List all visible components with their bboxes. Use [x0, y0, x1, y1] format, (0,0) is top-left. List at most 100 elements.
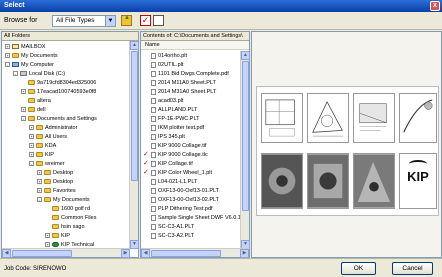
file-checkbox[interactable] — [143, 89, 149, 95]
file-list-item[interactable]: Sample Single Sheet DWF V6.0.1 — [143, 214, 241, 222]
expand-icon[interactable]: + — [45, 242, 50, 248]
file-list-item[interactable]: 014ortho.plt — [143, 52, 187, 60]
tree-vertical-scrollbar[interactable]: ▲ ▼ — [129, 41, 139, 249]
file-checkbox[interactable] — [143, 80, 149, 86]
file-checkbox[interactable] — [143, 134, 149, 140]
folder-tree-item[interactable]: +17eacad100740593e0f8 — [21, 88, 96, 96]
folder-tree-item[interactable]: hsin sago — [45, 223, 85, 231]
scroll-thumb[interactable] — [131, 51, 138, 181]
expand-icon[interactable]: + — [21, 107, 26, 113]
file-checkbox[interactable] — [143, 125, 149, 131]
tree-horizontal-scrollbar[interactable]: ◀ ▶ — [2, 248, 130, 258]
file-list-item[interactable]: SC-C3-A2.PLT — [143, 232, 194, 240]
file-checkbox[interactable] — [143, 116, 149, 122]
scroll-thumb[interactable] — [151, 250, 221, 257]
file-list-item[interactable]: OXF13-00-Oxf13-01.PLT — [143, 187, 219, 195]
name-column-header[interactable]: Name — [141, 41, 249, 50]
file-list-item[interactable]: IPS 345.plt — [143, 133, 185, 141]
file-checkbox[interactable] — [143, 188, 149, 194]
file-checkbox[interactable] — [143, 233, 149, 239]
file-list-item[interactable]: KIP 9000 Collage.tif — [143, 142, 207, 150]
file-list-item[interactable]: L04-021-L1.PLT — [143, 178, 197, 186]
folder-tree-item[interactable]: - Documents and Settings — [21, 115, 97, 123]
folder-tree-item[interactable]: + dell — [21, 106, 46, 114]
expand-icon[interactable]: + — [37, 170, 42, 176]
file-checkbox[interactable] — [143, 62, 149, 68]
ok-button[interactable]: OK — [341, 262, 376, 275]
file-list-item[interactable]: ✓ KIP Collage.tif — [143, 160, 193, 168]
folder-tree-item[interactable]: + All Users — [29, 133, 67, 141]
collapse-icon[interactable]: - — [5, 62, 10, 68]
folder-tree-item[interactable]: - My Documents — [37, 196, 90, 204]
collapse-icon[interactable]: - — [13, 71, 18, 77]
file-list-item[interactable]: ✓ KIP Color Wheel_1.plt — [143, 169, 212, 177]
close-button[interactable]: x — [430, 1, 440, 11]
file-list-item[interactable]: 02UTIL.plt — [143, 61, 183, 69]
expand-icon[interactable]: + — [37, 179, 42, 185]
cancel-button[interactable]: Cancel — [392, 262, 433, 275]
folder-tree-item[interactable]: + Desktop — [37, 169, 73, 177]
expand-icon[interactable]: + — [29, 152, 34, 158]
folder-tree-item[interactable]: - wreimer — [29, 160, 65, 168]
folder-tree-item[interactable]: 1600 golf rd — [45, 205, 90, 213]
file-checkbox[interactable] — [143, 98, 149, 104]
scroll-left-icon[interactable]: ◀ — [2, 249, 11, 258]
file-checkbox[interactable] — [143, 107, 149, 113]
expand-icon[interactable]: + — [45, 233, 50, 239]
scroll-up-icon[interactable]: ▲ — [130, 41, 139, 50]
expand-icon[interactable]: + — [29, 143, 34, 149]
file-list-item[interactable]: OXF13-00-Oxf13-02.PLT — [143, 196, 219, 204]
file-list-item[interactable]: IKM plotter test.pdf — [143, 124, 204, 132]
expand-icon[interactable]: + — [37, 188, 42, 194]
file-checkbox[interactable] — [143, 224, 149, 230]
files-vertical-scrollbar[interactable]: ▲ ▼ — [240, 51, 250, 249]
files-horizontal-scrollbar[interactable]: ◀ ▶ — [141, 248, 249, 258]
folder-tree-item[interactable]: 9a719cfd8304ed325006 — [21, 79, 96, 87]
scroll-thumb[interactable] — [12, 250, 72, 257]
file-checkbox[interactable] — [143, 53, 149, 59]
scroll-thumb[interactable] — [242, 61, 249, 211]
expand-icon[interactable]: + — [29, 125, 34, 131]
chevron-down-icon[interactable]: ▼ — [105, 16, 115, 26]
expand-icon[interactable]: + — [21, 89, 26, 95]
folder-tree-item[interactable]: - Local Disk (C:) — [13, 70, 65, 78]
folder-tree-item[interactable]: Common Files — [45, 214, 96, 222]
checkmark-icon[interactable]: ✓ — [143, 160, 149, 167]
expand-icon[interactable]: + — [29, 134, 34, 140]
file-list-item[interactable]: 2014 M11A0 Sheet.PLT — [143, 79, 216, 87]
scroll-left-icon[interactable]: ◀ — [141, 249, 150, 258]
folder-tree-item[interactable]: + Administrator — [29, 124, 77, 132]
collapse-icon[interactable]: - — [21, 116, 26, 122]
scroll-right-icon[interactable]: ▶ — [121, 249, 130, 258]
file-list-item[interactable]: acad03.plt — [143, 97, 183, 105]
expand-icon[interactable]: + — [5, 53, 10, 59]
file-list-item[interactable]: PLP Dithering Test.pdf — [143, 205, 213, 213]
file-checkbox[interactable] — [143, 71, 149, 77]
folder-tree-item[interactable]: + KIP — [29, 151, 54, 159]
file-type-select[interactable]: All File Types ▼ — [52, 15, 116, 27]
folder-up-icon[interactable] — [121, 15, 132, 26]
scroll-right-icon[interactable]: ▶ — [240, 249, 249, 258]
checkmark-icon[interactable]: ✓ — [143, 169, 149, 176]
folder-tree-item[interactable]: altera — [21, 97, 51, 105]
folder-tree-item[interactable]: + Favorites — [37, 187, 76, 195]
folder-tree-item[interactable]: + MAILBOX — [5, 43, 45, 51]
file-list-item[interactable]: FP-1E-PWC.PLT — [143, 115, 199, 123]
uncheck-all-icon[interactable] — [153, 15, 164, 26]
folder-tree-item[interactable]: + Desktop — [37, 178, 73, 186]
folder-tree-item[interactable]: + KIP — [45, 232, 70, 240]
expand-icon[interactable]: + — [5, 44, 10, 50]
scroll-up-icon[interactable]: ▲ — [241, 51, 250, 60]
file-list-item[interactable]: ALLPLAND.PLT — [143, 106, 197, 114]
checkmark-icon[interactable]: ✓ — [143, 151, 149, 158]
file-checkbox[interactable] — [143, 215, 149, 221]
file-list-item[interactable]: SC-C3-A1.PLT — [143, 223, 194, 231]
collapse-icon[interactable]: - — [37, 197, 42, 203]
file-checkbox[interactable] — [143, 179, 149, 185]
file-list-item[interactable]: ✓ KIP 9000 Collage.tlc — [143, 151, 208, 159]
file-list-item[interactable]: 2014 M31A0 Sheet.PLT — [143, 88, 216, 96]
folder-tree-item[interactable]: + KDA — [29, 142, 56, 150]
folder-tree-item[interactable]: - My Computer — [5, 61, 54, 69]
collapse-icon[interactable]: - — [29, 161, 34, 167]
file-list-item[interactable]: 1101 Bid Dwgs Complete.pdf — [143, 70, 229, 78]
